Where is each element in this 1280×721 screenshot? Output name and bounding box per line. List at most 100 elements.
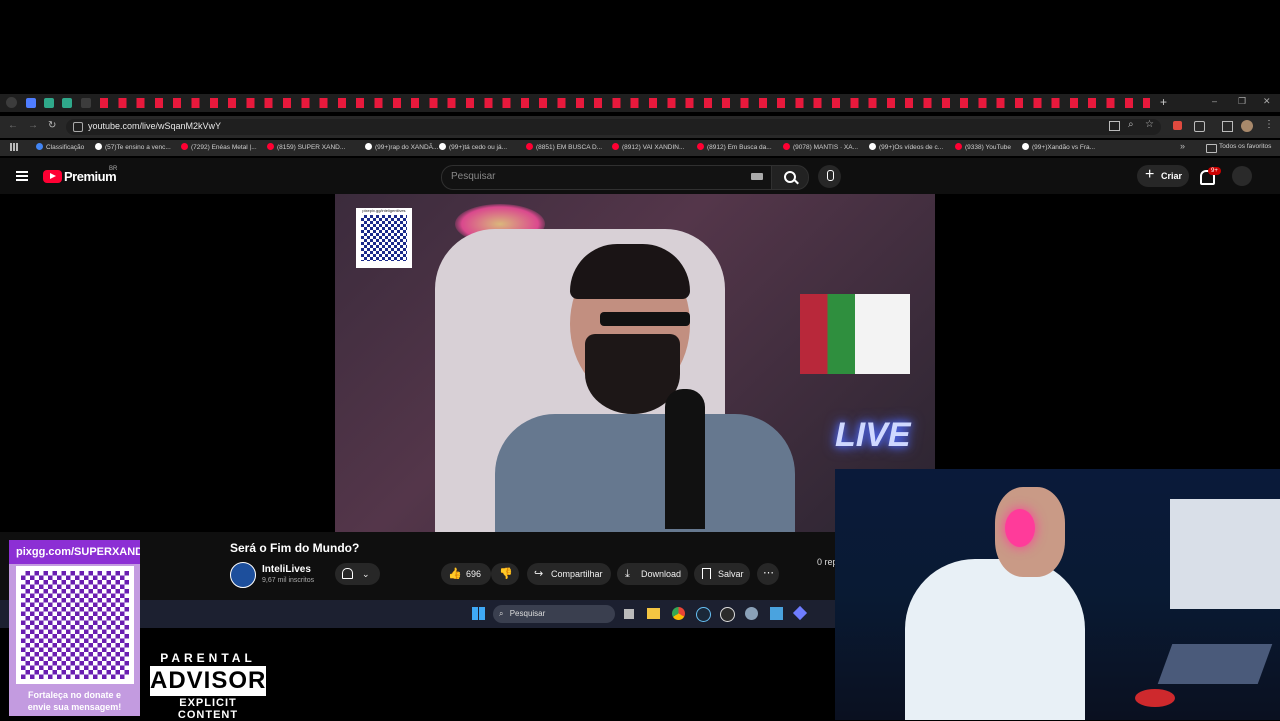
thumbs-down-icon: 👎 [499, 568, 513, 580]
channel-name[interactable]: InteliLives [262, 564, 311, 575]
bookmark-label: (99+)tá cedo ou já... [449, 144, 507, 151]
download-label: Download [641, 569, 682, 579]
bookmark-favicon-icon [365, 143, 372, 150]
share-arrow-icon: ↪ [534, 568, 544, 580]
taskbar-search-placeholder: Pesquisar [509, 609, 546, 618]
window-restore-icon[interactable]: ❐ [1238, 96, 1246, 107]
notification-count-badge: 9+ [1208, 167, 1221, 175]
streamer-torso [495, 414, 795, 532]
plus-icon: + [1145, 166, 1155, 183]
taskbar-search-input[interactable]: ⌕ Pesquisar [493, 605, 615, 623]
create-button[interactable]: + Criar [1137, 165, 1189, 187]
back-arrow-icon[interactable]: ← [8, 120, 18, 131]
save-button[interactable]: Salvar [694, 563, 750, 585]
browser-menu-icon[interactable]: ⋮ [1264, 119, 1274, 130]
download-button[interactable]: ⤓ Download [617, 563, 688, 585]
cast-icon[interactable] [1109, 121, 1120, 131]
bookmark-label: (8912) Em Busca da... [707, 144, 772, 151]
window-minimize-icon[interactable]: – [1212, 96, 1217, 106]
file-explorer-icon[interactable] [647, 608, 660, 619]
reload-icon[interactable]: ↻ [48, 120, 56, 131]
bookmark-item[interactable]: (8159) SUPER XAND... [267, 143, 345, 151]
extension-icon[interactable] [1173, 121, 1182, 130]
account-avatar[interactable] [1232, 166, 1252, 186]
tab-favicon-code-icon[interactable] [44, 98, 54, 108]
bookmarks-overflow-chevron-icon[interactable]: » [1180, 141, 1185, 151]
bookmark-favicon-icon [526, 143, 533, 150]
streamer-sunglasses [600, 312, 690, 326]
task-view-icon[interactable] [624, 609, 634, 619]
all-bookmarks-folder-icon[interactable] [1206, 144, 1217, 153]
search-placeholder: Pesquisar [451, 171, 496, 182]
bookmark-item[interactable]: (99+)rap do XANDÃ... [365, 143, 438, 151]
window-close-icon[interactable]: ✕ [1263, 96, 1271, 107]
bookmark-item[interactable]: (8912) Em Busca da... [697, 143, 772, 151]
bookmark-item[interactable]: (99+)Xandão vs Fra... [1022, 143, 1095, 151]
share-button[interactable]: ↪ Compartilhar [527, 563, 611, 585]
tab-search-button[interactable] [6, 97, 17, 108]
logo-region-label: BR [109, 166, 118, 172]
dislike-button[interactable]: 👎 [491, 563, 519, 585]
tab-favicons-youtube-row[interactable] [100, 98, 1150, 108]
like-count: 696 [466, 569, 482, 579]
new-tab-plus-icon[interactable]: + [1160, 95, 1167, 109]
flags [800, 294, 910, 374]
donate-url: pixgg.com/SUPERXAND/ [16, 546, 140, 558]
bookmark-item[interactable]: (8912) VAI XANDIN... [612, 143, 684, 151]
obs-icon[interactable] [720, 607, 735, 622]
bookmark-star-icon[interactable]: ☆ [1145, 119, 1154, 130]
bookmark-item[interactable]: (9078) MANTIS · XA... [783, 143, 858, 151]
bookmark-item[interactable]: (7292) Enéas Metal |... [181, 143, 257, 151]
tab-active-close-icon[interactable] [81, 98, 91, 108]
zoom-icon[interactable]: ⌕ [1128, 119, 1134, 130]
tab-favicon-code-icon[interactable] [62, 98, 72, 108]
search-button[interactable] [771, 165, 809, 190]
like-button[interactable]: 👍 696 [441, 563, 491, 585]
bookmark-item[interactable]: Classificação [36, 143, 84, 151]
parental-advisory-logo: PARENTAL ADVISORY EXPLICIT CONTENT [148, 650, 281, 721]
bookmark-favicon-icon [95, 143, 102, 150]
bookmark-item[interactable]: (99+)Os vídeos de c... [869, 143, 943, 151]
channel-avatar[interactable] [230, 562, 256, 588]
apps-grid-icon[interactable] [10, 143, 18, 151]
sidepanel-icon[interactable] [1222, 121, 1233, 132]
url-text[interactable]: youtube.com/live/wSqanM2kVwY [88, 121, 221, 131]
bookmark-favicon-icon [439, 143, 446, 150]
parental-line1: PARENTAL [160, 651, 256, 665]
microphone-stand [665, 389, 705, 529]
live-neon-sign: LIVE [835, 416, 911, 454]
forward-arrow-icon[interactable]: → [28, 120, 38, 131]
bookmark-icon [702, 568, 711, 579]
photo-app-icon[interactable] [770, 607, 783, 620]
donate-text-line1: Fortaleça no donate e [27, 690, 122, 700]
bookmark-item[interactable]: (57)Te ensino a venc... [95, 143, 171, 151]
keyboard-icon[interactable] [751, 173, 763, 180]
bookmark-item[interactable]: (9338) YouTube [955, 143, 1011, 151]
chrome-icon[interactable] [672, 607, 685, 620]
bookmark-label: (99+)Os vídeos de c... [879, 144, 944, 151]
bookmark-favicon-icon [181, 143, 188, 150]
steam-icon[interactable] [696, 607, 711, 622]
subscribed-bell-dropdown[interactable]: ⌄ [335, 563, 380, 585]
bookmark-label: (57)Te ensino a venc... [105, 144, 171, 151]
guide-menu-icon[interactable] [16, 171, 28, 181]
youtube-logo-icon[interactable] [43, 170, 62, 183]
site-info-icon[interactable] [73, 122, 83, 132]
settings-gear-icon[interactable] [745, 607, 758, 620]
profile-avatar[interactable] [1241, 120, 1253, 132]
create-button-label: Criar [1161, 171, 1183, 181]
bookmark-item[interactable]: (99+)tá cedo ou já... [439, 143, 507, 151]
address-bar[interactable] [66, 119, 1161, 135]
monitor [1170, 499, 1280, 609]
extensions-puzzle-icon[interactable] [1194, 121, 1205, 132]
tab-favicon-classificacao-icon[interactable] [26, 98, 36, 108]
all-bookmarks-link[interactable]: Todos os favoritos [1219, 143, 1271, 150]
browser-tab-strip: + – ❐ ✕ [0, 94, 1280, 112]
red-mouse-light [1135, 689, 1175, 707]
windows-start-icon[interactable] [472, 607, 485, 620]
share-label: Compartilhar [551, 569, 603, 579]
more-actions-button[interactable]: ⋯ [757, 563, 779, 585]
bookmark-item[interactable]: (8851) EM BUSCA D... [526, 143, 602, 151]
voice-search-button[interactable] [818, 165, 841, 188]
bookmark-label: (8851) EM BUSCA D... [536, 144, 603, 151]
